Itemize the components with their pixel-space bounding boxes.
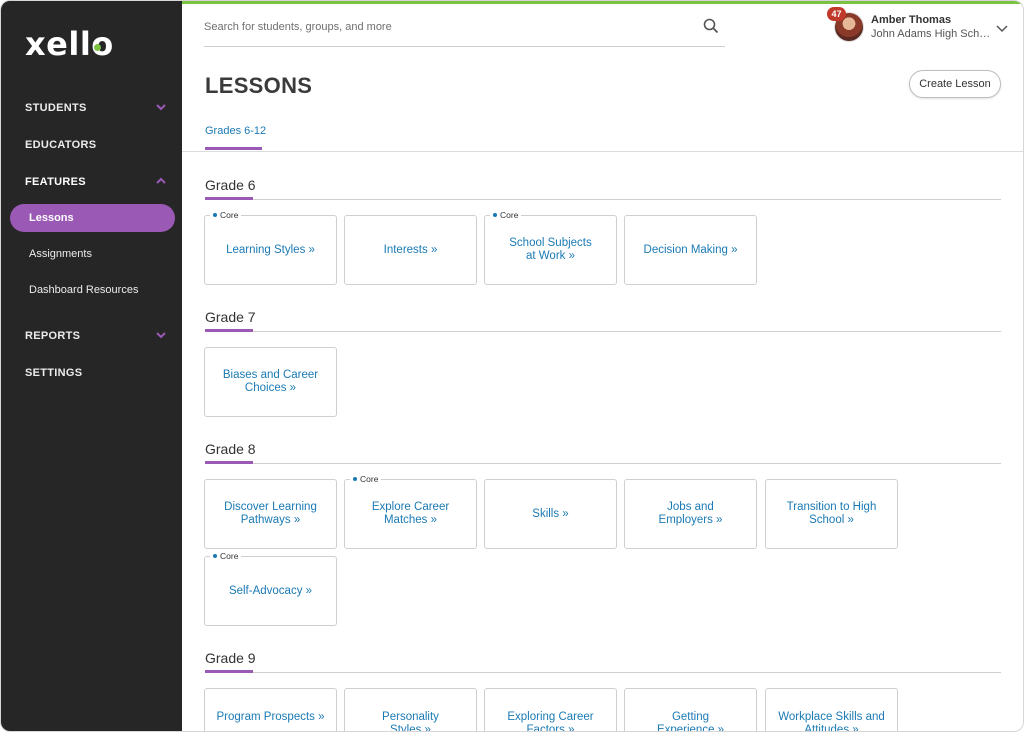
- core-dot-icon: [213, 554, 217, 558]
- grade-heading: Grade 8: [205, 441, 256, 457]
- core-dot-icon: [213, 213, 217, 217]
- lesson-card[interactable]: Workplace Skills and Attitudes »: [765, 688, 898, 731]
- create-lesson-button[interactable]: Create Lesson: [909, 70, 1001, 98]
- grade-accent: [205, 461, 253, 464]
- grade-divider: [205, 672, 1001, 673]
- grade-heading: Grade 9: [205, 650, 256, 666]
- lesson-card[interactable]: Skills »: [484, 479, 617, 549]
- lesson-link[interactable]: Getting Experience »: [635, 711, 746, 731]
- lesson-link[interactable]: Decision Making »: [644, 244, 738, 257]
- lesson-link[interactable]: Exploring Career Factors »: [495, 711, 606, 731]
- lesson-link[interactable]: Explore Career Matches »: [355, 501, 466, 527]
- sidebar-subitem-lessons-label[interactable]: Lessons: [29, 212, 74, 224]
- logo-dot: [94, 44, 101, 51]
- lesson-link[interactable]: Jobs and Employers »: [635, 501, 746, 527]
- lesson-card[interactable]: Exploring Career Factors »: [484, 688, 617, 731]
- core-label: Core: [500, 210, 519, 220]
- user-name[interactable]: Amber Thomas: [871, 14, 951, 26]
- sidebar-item-educators[interactable]: EDUCATORS: [25, 139, 96, 151]
- core-label: Core: [220, 551, 239, 561]
- lesson-card[interactable]: Transition to High School »: [765, 479, 898, 549]
- lesson-link[interactable]: School Subjects at Work »: [495, 237, 606, 263]
- tab-grades-6-12[interactable]: Grades 6-12: [205, 125, 266, 137]
- lesson-card[interactable]: Core Self-Advocacy »: [204, 551, 337, 626]
- search-icon[interactable]: [703, 18, 719, 34]
- sidebar: xello STUDENTS EDUCATORS FEATURES Lesson…: [1, 1, 182, 731]
- lesson-link[interactable]: Learning Styles »: [226, 244, 315, 257]
- sidebar-subitem-assignments[interactable]: Assignments: [29, 248, 92, 260]
- lesson-card[interactable]: Jobs and Employers »: [624, 479, 757, 549]
- chevron-down-icon[interactable]: [996, 21, 1008, 33]
- lesson-card[interactable]: Decision Making »: [624, 215, 757, 285]
- lesson-card[interactable]: Getting Experience »: [624, 688, 757, 731]
- grade-accent: [205, 329, 253, 332]
- core-tag: Core: [210, 210, 242, 220]
- lesson-link[interactable]: Discover Learning Pathways »: [215, 501, 326, 527]
- lesson-card[interactable]: Program Prospects »: [204, 688, 337, 731]
- lesson-link[interactable]: Personality Styles »: [355, 711, 466, 731]
- tab-divider: [182, 151, 1023, 152]
- page-title: LESSONS: [205, 73, 313, 98]
- notification-badge[interactable]: 47: [827, 7, 846, 21]
- core-tag: Core: [490, 210, 522, 220]
- core-label: Core: [220, 210, 239, 220]
- chevron-down-icon[interactable]: [155, 329, 167, 341]
- lesson-link[interactable]: Program Prospects »: [216, 711, 324, 724]
- core-tag: Core: [210, 551, 242, 561]
- core-dot-icon: [493, 213, 497, 217]
- search-input[interactable]: [204, 17, 694, 37]
- sidebar-item-students[interactable]: STUDENTS: [25, 102, 87, 114]
- xello-logo[interactable]: xello: [25, 25, 114, 63]
- core-dot-icon: [353, 477, 357, 481]
- lesson-card[interactable]: Discover Learning Pathways »: [204, 479, 337, 549]
- grade-heading: Grade 6: [205, 177, 256, 193]
- app-window: xello STUDENTS EDUCATORS FEATURES Lesson…: [0, 0, 1024, 732]
- lesson-link[interactable]: Biases and Career Choices »: [215, 369, 326, 395]
- lesson-link[interactable]: Interests »: [384, 244, 438, 257]
- sidebar-item-settings[interactable]: SETTINGS: [25, 367, 82, 379]
- sidebar-item-features[interactable]: FEATURES: [25, 176, 86, 188]
- grade-divider: [205, 463, 1001, 464]
- lesson-link[interactable]: Workplace Skills and Attitudes »: [776, 711, 887, 731]
- grade-accent: [205, 197, 253, 200]
- lesson-card[interactable]: Interests »: [344, 215, 477, 285]
- grade-accent: [205, 670, 253, 673]
- lesson-card[interactable]: Biases and Career Choices »: [204, 347, 337, 417]
- lesson-link[interactable]: Skills »: [532, 508, 568, 521]
- lesson-link[interactable]: Self-Advocacy »: [229, 585, 312, 598]
- chevron-up-icon[interactable]: [155, 175, 167, 187]
- grade-divider: [205, 331, 1001, 332]
- lesson-link[interactable]: Transition to High School »: [776, 501, 887, 527]
- grade-divider: [205, 199, 1001, 200]
- user-school: John Adams High School: [871, 28, 993, 40]
- lesson-card[interactable]: Personality Styles »: [344, 688, 477, 731]
- tab-active-indicator: [205, 147, 262, 150]
- core-label: Core: [360, 474, 379, 484]
- lesson-card[interactable]: Core Learning Styles »: [204, 210, 337, 285]
- lesson-card[interactable]: Core Explore Career Matches »: [344, 474, 477, 549]
- chevron-down-icon[interactable]: [155, 101, 167, 113]
- grade-heading: Grade 7: [205, 309, 256, 325]
- search-bar: [204, 13, 725, 47]
- sidebar-subitem-dashboard-resources[interactable]: Dashboard Resources: [29, 284, 138, 296]
- sidebar-item-reports[interactable]: REPORTS: [25, 330, 80, 342]
- lesson-card[interactable]: Core School Subjects at Work »: [484, 210, 617, 285]
- core-tag: Core: [350, 474, 382, 484]
